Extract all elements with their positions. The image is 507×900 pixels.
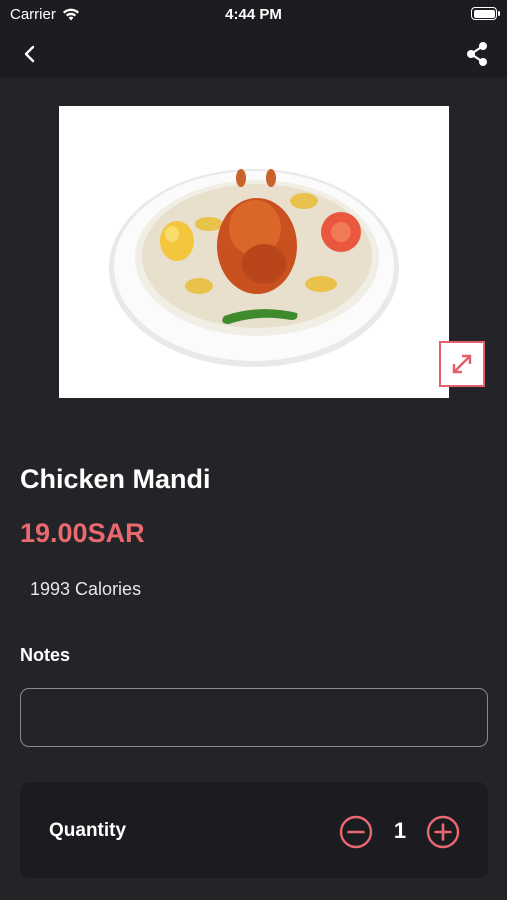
quantity-label: Quantity [49,820,127,841]
food-plate-image [109,169,399,367]
decrease-quantity-button[interactable] [339,815,373,849]
status-bar: Carrier 4:44 PM [0,0,507,30]
product-price: 19.00SAR [20,518,145,548]
product-title: Chicken Mandi [20,464,211,494]
notes-input[interactable] [20,688,488,747]
quantity-card: Quantity 1 [20,782,488,878]
battery-icon [471,7,500,20]
expand-icon [452,354,472,374]
quantity-value: 1 [393,818,407,843]
share-button[interactable] [461,38,493,70]
increase-quantity-button[interactable] [426,815,460,849]
product-image [59,106,449,398]
minus-circle-icon [339,815,373,849]
share-icon [467,42,487,66]
nav-bar [0,30,507,78]
product-calories: 1993 Calories [30,579,142,599]
plus-circle-icon [426,815,460,849]
chevron-left-icon [24,45,35,63]
back-button[interactable] [14,38,46,70]
notes-label: Notes [20,645,71,665]
status-time: 4:44 PM [225,6,282,23]
expand-image-button[interactable] [439,341,485,387]
